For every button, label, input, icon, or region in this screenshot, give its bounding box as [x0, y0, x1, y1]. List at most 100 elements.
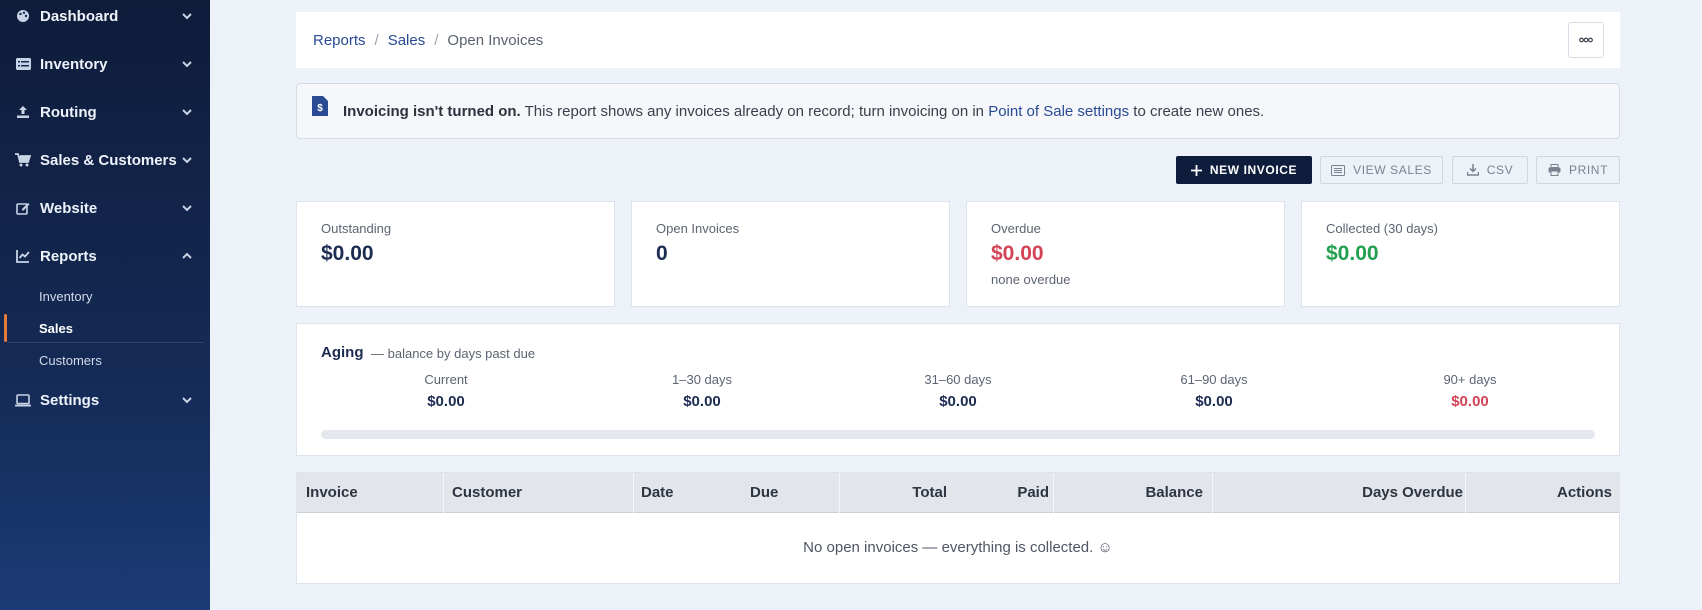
- bucket-label: 90+ days: [1443, 372, 1497, 387]
- more-options-button[interactable]: [1568, 22, 1604, 58]
- stat-label: Collected (30 days): [1326, 221, 1438, 236]
- cart-icon: [14, 151, 32, 169]
- laptop-icon: [14, 391, 32, 409]
- stat-label: Overdue: [991, 221, 1041, 236]
- stat-card-collected: Collected (30 days) $0.00: [1301, 201, 1620, 307]
- view-sales-button[interactable]: VIEW SALES: [1320, 156, 1443, 184]
- breadcrumb-link-reports[interactable]: Reports: [313, 32, 366, 49]
- list-icon: [1331, 164, 1346, 176]
- empty-state-message: No open invoices — everything is collect…: [803, 539, 1113, 556]
- aging-bucket-current: Current $0.00: [346, 372, 546, 410]
- bucket-value: $0.00: [427, 393, 465, 410]
- new-invoice-button[interactable]: NEW INVOICE: [1176, 156, 1312, 184]
- sidebar-item-label: Dashboard: [40, 7, 119, 25]
- notice-text: Invoicing isn't turned on. This report s…: [343, 103, 1264, 120]
- column-divider: [1465, 473, 1466, 513]
- sidebar-subitem-sales[interactable]: Sales: [0, 313, 210, 343]
- aging-bucket-90-plus: 90+ days $0.00: [1370, 372, 1570, 410]
- bucket-value: $0.00: [1195, 393, 1233, 410]
- aging-bucket-1-30: 1–30 days $0.00: [602, 372, 802, 410]
- breadcrumb-separator: /: [434, 31, 439, 49]
- chevron-down-icon: [182, 61, 192, 68]
- column-divider: [839, 473, 840, 513]
- upload-icon: [14, 103, 32, 121]
- column-header-invoice[interactable]: Invoice: [306, 473, 358, 513]
- sidebar-item-routing[interactable]: Routing: [0, 97, 210, 127]
- column-divider: [1212, 473, 1213, 513]
- breadcrumb-separator: /: [374, 31, 379, 49]
- sidebar-subitem-label: Inventory: [39, 288, 93, 304]
- stat-value: $0.00: [991, 242, 1044, 265]
- bucket-value: $0.00: [939, 393, 977, 410]
- sidebar-item-sales-customers[interactable]: Sales & Customers: [0, 145, 210, 175]
- bucket-value: $0.00: [683, 393, 721, 410]
- column-header-days-overdue[interactable]: Days Overdue: [1362, 473, 1463, 513]
- column-divider: [633, 473, 634, 513]
- sidebar-item-website[interactable]: Website: [0, 193, 210, 223]
- aging-title: Aging: [321, 344, 364, 361]
- sidebar-item-inventory[interactable]: Inventory: [0, 49, 210, 79]
- palette-icon: [14, 7, 32, 25]
- new-invoice-label: NEW INVOICE: [1209, 163, 1298, 177]
- chart-icon: [14, 247, 32, 265]
- sidebar-subitem-customers[interactable]: Customers: [0, 345, 210, 375]
- ellipsis-icon: [1579, 37, 1593, 43]
- chevron-down-icon: [182, 205, 192, 212]
- svg-text:$: $: [317, 103, 323, 114]
- plus-icon: [1190, 164, 1202, 176]
- sidebar-item-label: Reports: [40, 247, 97, 265]
- column-divider: [1053, 473, 1054, 513]
- stat-card-open-invoices: Open Invoices 0: [631, 201, 950, 307]
- notice-body: This report shows any invoices already o…: [520, 102, 989, 120]
- breadcrumb-current: Open Invoices: [447, 31, 544, 49]
- stat-subtext: none overdue: [991, 272, 1071, 287]
- csv-button[interactable]: CSV: [1452, 156, 1528, 184]
- bucket-label: Current: [424, 372, 468, 387]
- stat-card-outstanding: Outstanding $0.00: [296, 201, 615, 307]
- chevron-up-icon: [182, 252, 192, 259]
- bucket-label: 1–30 days: [672, 372, 732, 387]
- notice-tail: to create new ones.: [1129, 102, 1265, 120]
- download-icon: [1466, 164, 1479, 176]
- breadcrumb-link-sales[interactable]: Sales: [388, 32, 426, 49]
- sidebar-subitem-label: Sales: [39, 320, 73, 336]
- column-header-balance[interactable]: Balance: [1145, 473, 1203, 513]
- aging-bucket-61-90: 61–90 days $0.00: [1114, 372, 1314, 410]
- column-header-due[interactable]: Due: [750, 473, 778, 513]
- column-header-total[interactable]: Total: [912, 473, 947, 513]
- breadcrumb: Reports / Sales / Open Invoices: [296, 12, 1620, 68]
- column-header-paid[interactable]: Paid: [1017, 473, 1049, 513]
- stat-value: $0.00: [1326, 242, 1379, 265]
- aging-bucket-31-60: 31–60 days $0.00: [858, 372, 1058, 410]
- sidebar-subitem-inventory[interactable]: Inventory: [0, 281, 210, 311]
- notice-bold: Invoicing isn't turned on.: [343, 102, 521, 120]
- aging-progress-bar: [321, 430, 1595, 439]
- csv-label: CSV: [1486, 163, 1514, 177]
- edit-icon: [14, 199, 32, 217]
- stat-label: Outstanding: [321, 221, 392, 236]
- sidebar-item-reports[interactable]: Reports: [0, 241, 210, 271]
- print-button[interactable]: PRINT: [1536, 156, 1620, 184]
- print-label: PRINT: [1569, 163, 1608, 177]
- chevron-down-icon: [182, 397, 192, 404]
- list-icon: [14, 55, 32, 73]
- invoice-icon: $: [312, 96, 328, 116]
- sidebar-item-settings[interactable]: Settings: [0, 385, 210, 415]
- sidebar-item-dashboard[interactable]: Dashboard: [0, 1, 210, 31]
- sidebar-subitem-label: Customers: [39, 352, 102, 368]
- sidebar-item-label: Settings: [40, 391, 100, 409]
- chevron-down-icon: [182, 157, 192, 164]
- column-header-actions: Actions: [1556, 484, 1612, 501]
- stat-value: $0.00: [321, 242, 374, 265]
- printer-icon: [1548, 164, 1561, 176]
- table-header: Invoice Customer Date Due Total Paid Bal…: [297, 473, 1619, 513]
- stat-value: 0: [656, 242, 668, 265]
- aging-panel: Aging — balance by days past due Current…: [296, 323, 1620, 456]
- invoicing-disabled-notice: $ Invoicing isn't turned on. This report…: [296, 83, 1620, 139]
- view-sales-label: VIEW SALES: [1353, 163, 1432, 177]
- pos-settings-link[interactable]: Point of Sale settings: [988, 103, 1129, 120]
- column-header-date[interactable]: Date: [641, 473, 674, 513]
- bucket-label: 31–60 days: [924, 372, 992, 387]
- sidebar: Dashboard Inventory Routing Sales & Cust…: [0, 0, 210, 610]
- column-header-customer[interactable]: Customer: [452, 473, 522, 513]
